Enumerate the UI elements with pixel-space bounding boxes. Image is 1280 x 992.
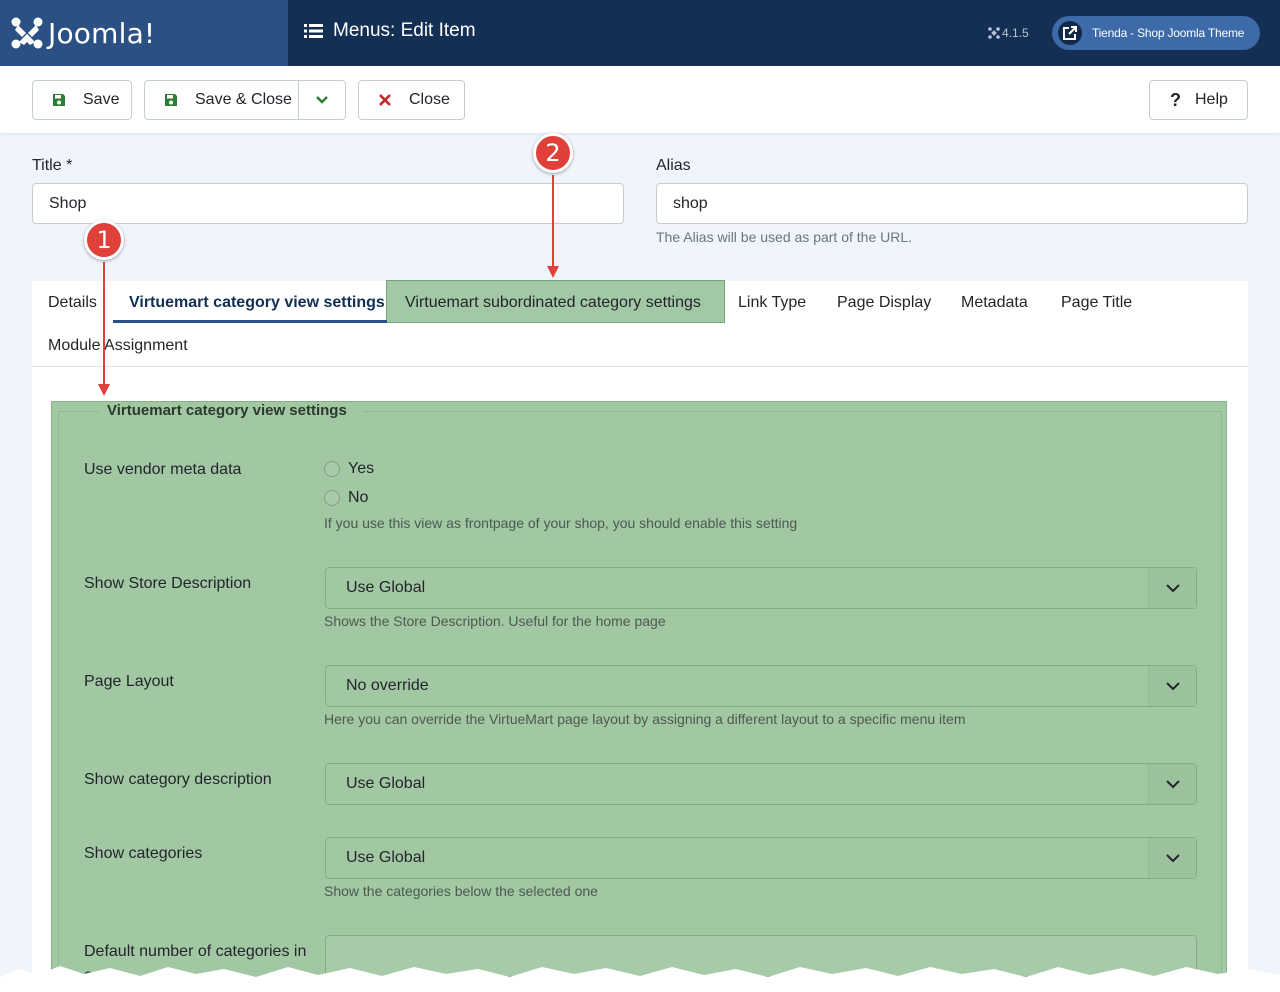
radio-no[interactable]: No — [324, 489, 368, 507]
show-cats-desc: Show the categories below the selected o… — [324, 883, 598, 899]
tab-module-assignment[interactable]: Module Assignment — [48, 337, 188, 355]
save-label: Save — [83, 91, 120, 108]
title-input[interactable]: Shop — [32, 183, 624, 224]
close-label: Close — [409, 91, 450, 108]
version-text: 4.1.5 — [1002, 26, 1029, 40]
show-cats-value: Use Global — [346, 849, 426, 866]
show-cats-label: Show categories — [84, 845, 203, 862]
joomla-small-icon — [988, 27, 1000, 39]
alias-hint: The Alias will be used as part of the UR… — [656, 229, 913, 245]
tab-metadata[interactable]: Metadata — [961, 294, 1028, 312]
logo-text: Joomla! — [48, 16, 156, 50]
torn-edge — [0, 966, 1280, 992]
store-desc-select[interactable]: Use Global — [325, 567, 1197, 609]
chevron-down-icon — [1148, 764, 1196, 804]
tab-link-type[interactable]: Link Type — [738, 294, 806, 312]
alias-input[interactable]: shop — [656, 183, 1248, 224]
toolbar: Save Save & Close Close ? Help — [0, 66, 1280, 133]
radio-circle[interactable] — [324, 490, 340, 506]
tab-page-title[interactable]: Page Title — [1061, 294, 1132, 312]
page-title: Menus: Edit Item — [304, 20, 476, 42]
store-desc-value: Use Global — [346, 579, 426, 596]
site-link-label: Tienda - Shop Joomla Theme — [1092, 26, 1245, 40]
page-layout-desc: Here you can override the VirtueMart pag… — [324, 711, 966, 727]
title-label: Title * — [32, 157, 73, 174]
save-close-label: Save & Close — [195, 91, 292, 108]
joomla-logo[interactable]: Joomla! — [0, 0, 288, 66]
vendor-meta-desc: If you use this view as frontpage of you… — [324, 515, 798, 531]
page-layout-value: No override — [346, 677, 429, 694]
save-icon — [163, 92, 179, 108]
external-link-icon — [1058, 21, 1082, 45]
cat-desc-select[interactable]: Use Global — [325, 763, 1197, 805]
tab-category-view-settings[interactable]: Virtuemart category view settings — [129, 294, 385, 312]
page-title-text: Menus: Edit Item — [333, 20, 476, 41]
cat-desc-label: Show category description — [84, 771, 272, 788]
tab-details[interactable]: Details — [48, 294, 97, 312]
vendor-meta-label: Use vendor meta data — [84, 461, 242, 478]
radio-yes[interactable]: Yes — [324, 460, 374, 478]
settings-fieldset: Virtuemart category view settings Use ve… — [51, 401, 1227, 992]
chevron-down-icon[interactable] — [315, 93, 329, 107]
tab-bar: Details Virtuemart category view setting… — [32, 280, 1248, 367]
annotation-badge-1: 1 — [84, 220, 124, 260]
active-tab-underline — [113, 320, 387, 323]
split-divider — [298, 81, 299, 119]
tab-page-display[interactable]: Page Display — [837, 294, 931, 312]
close-icon — [377, 92, 393, 108]
show-cats-select[interactable]: Use Global — [325, 837, 1197, 879]
chevron-down-icon — [1148, 568, 1196, 608]
alias-label: Alias — [656, 157, 691, 174]
annotation-badge-2: 2 — [533, 133, 573, 173]
chevron-down-icon — [1148, 666, 1196, 706]
save-icon — [51, 92, 67, 108]
page-layout-select[interactable]: No override — [325, 665, 1197, 707]
help-button[interactable]: ? Help — [1149, 80, 1248, 120]
save-close-button[interactable]: Save & Close — [144, 80, 346, 120]
list-icon — [304, 24, 323, 38]
top-header: Joomla! Menus: Edit Item 4.1.5 Tienda - … — [0, 0, 1280, 66]
close-button[interactable]: Close — [358, 80, 465, 120]
cat-desc-value: Use Global — [346, 775, 426, 792]
help-label: Help — [1195, 91, 1228, 108]
version-badge: 4.1.5 — [988, 26, 1029, 40]
store-desc-desc: Shows the Store Description. Useful for … — [324, 613, 666, 629]
joomla-logo-icon — [11, 17, 43, 49]
radio-yes-label: Yes — [348, 460, 375, 477]
radio-circle[interactable] — [324, 461, 340, 477]
radio-no-label: No — [348, 489, 369, 506]
save-button[interactable]: Save — [32, 80, 132, 120]
tab-subordinated-category-settings[interactable]: Virtuemart subordinated category setting… — [405, 294, 701, 312]
chevron-down-icon — [1148, 838, 1196, 878]
fieldset-legend: Virtuemart category view settings — [99, 402, 363, 419]
page-layout-label: Page Layout — [84, 673, 174, 690]
question-icon: ? — [1170, 89, 1181, 110]
site-link-button[interactable]: Tienda - Shop Joomla Theme — [1052, 16, 1260, 50]
store-desc-label: Show Store Description — [84, 575, 252, 592]
